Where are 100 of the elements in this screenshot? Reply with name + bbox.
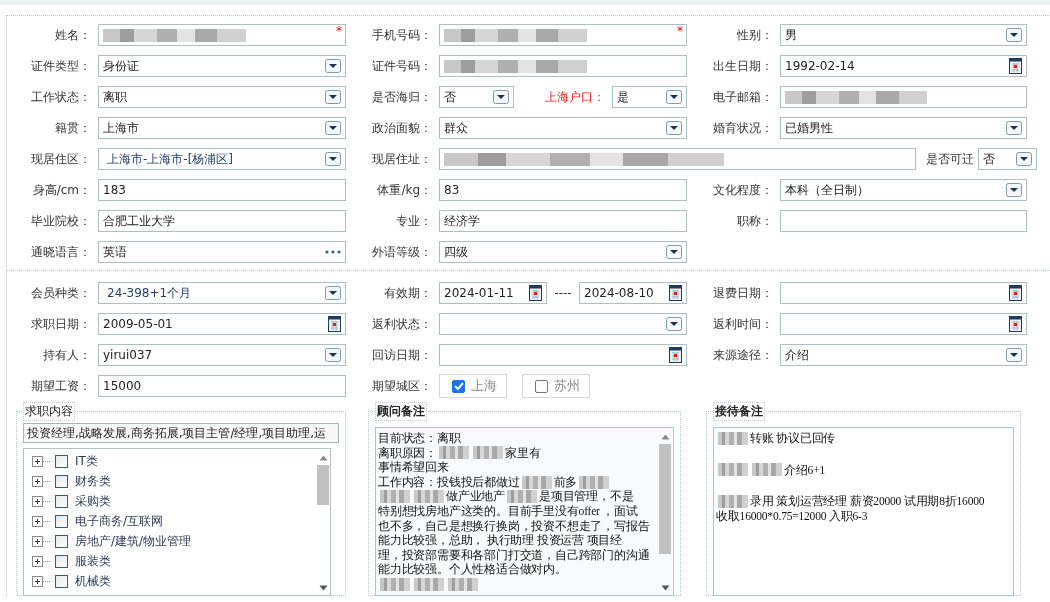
tree-list[interactable]: IT类 财务类 采购类 电子商务/互联网 房地产/建筑/物业管理 服装类 机械类 (23, 448, 331, 596)
tree-item[interactable]: 机械类 (32, 571, 316, 591)
calendar-icon[interactable] (669, 347, 682, 363)
tree-item[interactable]: 房地产/建筑/物业管理 (32, 531, 316, 551)
text-field[interactable]: 83 (439, 179, 687, 201)
checkbox[interactable] (55, 534, 68, 548)
calendar-icon[interactable] (1009, 285, 1022, 301)
text-field[interactable]: 合肥工业大学 (98, 210, 346, 232)
select-field[interactable]: 否 (978, 148, 1037, 170)
select-field[interactable]: 男 (780, 24, 1027, 46)
dropdown-icon[interactable] (666, 317, 682, 331)
date-field[interactable] (439, 344, 687, 366)
scroll-down-icon[interactable] (660, 585, 670, 591)
text-field[interactable]: * (439, 24, 687, 46)
dropdown-icon[interactable] (1006, 121, 1022, 135)
text-field[interactable] (439, 148, 916, 170)
dropdown-icon[interactable] (493, 90, 509, 104)
text-field[interactable]: 投资经理,战略发展,商务拓展,项目主管/经理,项目助理,运 (23, 423, 339, 443)
tree-item[interactable]: IT类 (32, 451, 316, 471)
picker-field[interactable]: 英语 (98, 241, 346, 263)
date-field[interactable] (780, 282, 1027, 304)
select-field[interactable]: 离职 (98, 86, 346, 108)
date-field[interactable]: 2009-05-01 (98, 313, 346, 335)
select-field[interactable] (439, 313, 687, 335)
dropdown-icon[interactable] (325, 121, 341, 135)
scroll-thumb[interactable] (317, 465, 329, 505)
field-label: 专业： (395, 212, 433, 230)
select-field[interactable]: 本科（全日制） (780, 179, 1027, 201)
expand-icon[interactable] (32, 455, 51, 467)
dropdown-icon[interactable] (1006, 348, 1022, 362)
date-field[interactable]: 2024-01-11 (439, 282, 547, 304)
scroll-up-icon[interactable] (660, 434, 670, 440)
select-field[interactable]: 身份证 (98, 55, 346, 77)
dropdown-icon[interactable] (325, 90, 341, 104)
dropdown-icon[interactable] (325, 152, 341, 166)
text-field[interactable] (439, 55, 687, 77)
select-field[interactable]: 是 (612, 86, 687, 108)
expand-icon[interactable] (32, 495, 51, 507)
checkbox[interactable] (55, 474, 68, 488)
checkbox[interactable] (55, 574, 68, 588)
text-field[interactable]: 15000 (98, 375, 346, 397)
city-option[interactable]: 苏州 (522, 374, 590, 398)
text-field[interactable]: 183 (98, 179, 346, 201)
scroll-up-icon[interactable] (318, 455, 328, 461)
tree-item[interactable]: 采购类 (32, 491, 316, 511)
scroll-down-icon[interactable] (318, 585, 328, 591)
required-mark: * (677, 25, 683, 37)
tree-item[interactable]: 财务类 (32, 471, 316, 491)
select-field[interactable]: 上海市-上海市-[杨浦区] (98, 148, 346, 170)
select-field[interactable]: 群众 (439, 117, 687, 139)
dropdown-icon[interactable] (325, 348, 341, 362)
select-field[interactable]: 四级 (439, 241, 687, 263)
dropdown-icon[interactable] (666, 245, 682, 259)
field-label: 手机号码： (371, 26, 433, 44)
expand-icon[interactable] (32, 535, 51, 547)
field-label: 政治面貌： (371, 119, 433, 137)
calendar-icon[interactable] (669, 285, 682, 301)
dropdown-icon[interactable] (666, 90, 682, 104)
checkbox[interactable] (55, 514, 68, 528)
notes-field[interactable]: 目前状态：离职 离职原因： 家里有 事情希望回来 工作内容：投钱投后都做过 前多 做产业地产 是项目管理，不是 特别想找房地产这类的。目前手里没有offer ，面试 也不多，自己是想换行换岗，投资不想走了，写报告 能力比较强，总助， 执行助理 投资运营 项目经 理，投资部需要和各部门打交道，自己跨部门的沟通 能力比较强。个人性格适合做对内。 (375, 427, 674, 596)
tree-item[interactable]: 电子商务/互联网 (32, 511, 316, 531)
dropdown-icon[interactable] (666, 121, 682, 135)
dropdown-icon[interactable] (1006, 28, 1022, 42)
checkbox[interactable] (55, 554, 68, 568)
text-field[interactable]: 经济学 (439, 210, 687, 232)
notes-field[interactable]: 转账 协议已回传 介绍6+1 录用 策划运营经理 薪资20000 试用期8折16000 收取16000*0.75=12000 入职6-3 (713, 427, 1014, 596)
text-field[interactable] (780, 86, 1027, 108)
calendar-icon[interactable] (1009, 58, 1022, 74)
expand-icon[interactable] (32, 475, 51, 487)
select-field[interactable]: 24-398+1个月 (98, 282, 346, 304)
city-option[interactable]: 上海 (439, 374, 507, 398)
expand-icon[interactable] (32, 515, 51, 527)
calendar-icon[interactable] (328, 316, 341, 332)
calendar-icon[interactable] (529, 285, 542, 301)
expand-icon[interactable] (32, 575, 51, 587)
date-field[interactable]: 2024-08-10 (579, 282, 687, 304)
text-field[interactable] (780, 210, 1027, 232)
checkbox[interactable] (535, 379, 548, 393)
select-field[interactable]: yirui037 (98, 344, 346, 366)
field-label: 是否海归： (371, 88, 433, 106)
text-field[interactable]: * (98, 24, 346, 46)
dropdown-icon[interactable] (1016, 152, 1032, 166)
dropdown-icon[interactable] (1006, 183, 1022, 197)
scroll-thumb[interactable] (659, 444, 671, 554)
checkbox[interactable] (55, 454, 68, 468)
date-field[interactable]: 1992-02-14 (780, 55, 1027, 77)
date-field[interactable] (780, 313, 1027, 335)
select-field[interactable]: 已婚男性 (780, 117, 1027, 139)
expand-icon[interactable] (32, 555, 51, 567)
tree-item[interactable]: 服装类 (32, 551, 316, 571)
dropdown-icon[interactable] (325, 286, 341, 300)
redacted-drawing (448, 577, 478, 591)
more-icon[interactable] (325, 250, 341, 254)
checkbox[interactable] (55, 494, 68, 508)
calendar-icon[interactable] (1009, 316, 1022, 332)
select-field[interactable]: 介绍 (780, 344, 1027, 366)
redacted-drawing (473, 446, 503, 460)
dropdown-icon[interactable] (325, 59, 341, 73)
select-field[interactable]: 否 (439, 86, 514, 108)
select-field[interactable]: 上海市 (98, 117, 346, 139)
